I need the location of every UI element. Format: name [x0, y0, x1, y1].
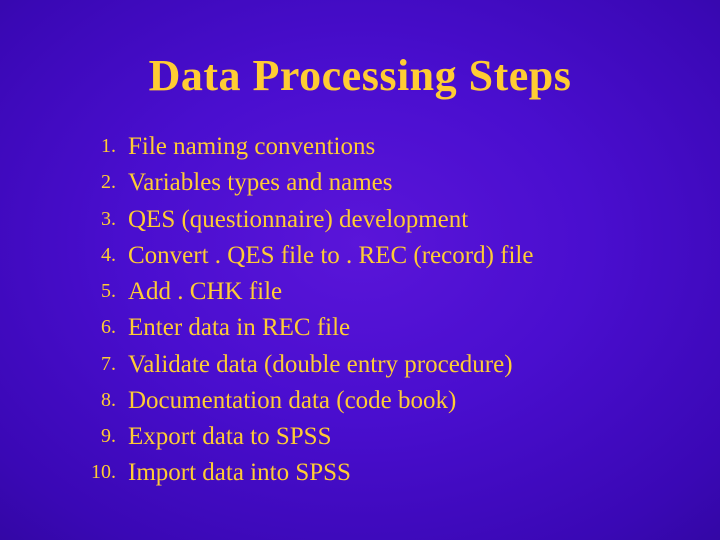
step-text: Export data to SPSS: [128, 423, 332, 450]
list-item: Enter data in REC file: [120, 310, 660, 346]
list-item: QES (questionnaire) development: [120, 202, 660, 238]
list-item: Validate data (double entry procedure): [120, 347, 660, 383]
list-item: Documentation data (code book): [120, 383, 660, 419]
list-item: File naming conventions: [120, 129, 660, 165]
step-text: Enter data in REC file: [128, 314, 350, 341]
step-text: File naming conventions: [128, 133, 375, 160]
step-text: Add . CHK file: [128, 278, 282, 305]
list-item: Export data to SPSS: [120, 419, 660, 455]
step-text: Convert . QES file to . REC (record) fil…: [128, 242, 533, 269]
list-item: Add . CHK file: [120, 274, 660, 310]
list-item: Import data into SPSS: [120, 455, 660, 491]
step-text: Documentation data (code book): [128, 387, 456, 414]
step-text: Validate data (double entry procedure): [128, 351, 513, 378]
step-text: Import data into SPSS: [128, 459, 351, 486]
list-item: Variables types and names: [120, 165, 660, 201]
step-text: QES (questionnaire) development: [128, 206, 468, 233]
step-text: Variables types and names: [128, 169, 393, 196]
slide: Data Processing Steps File naming conven…: [0, 0, 720, 540]
steps-list: File naming conventions Variables types …: [60, 129, 660, 492]
list-item: Convert . QES file to . REC (record) fil…: [120, 238, 660, 274]
slide-title: Data Processing Steps: [60, 50, 660, 101]
